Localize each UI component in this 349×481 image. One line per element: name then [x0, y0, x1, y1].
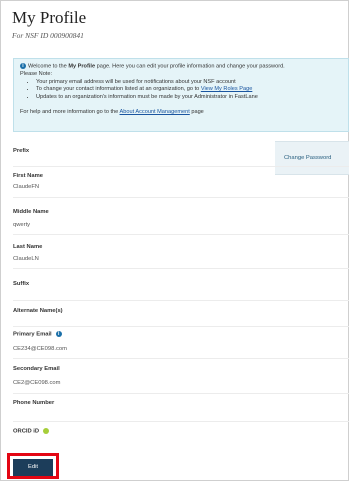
- info-bullets: Your primary email address will be used …: [20, 79, 342, 102]
- prefix-label: Prefix: [13, 148, 30, 154]
- info-help: For help and more information go to the …: [20, 109, 342, 117]
- divider: [13, 197, 349, 198]
- info-intro-prefix: Welcome to the: [28, 63, 69, 70]
- orcid-label-text: ORCID iD: [13, 428, 40, 435]
- info-bullet: Your primary email address will be used …: [36, 79, 342, 87]
- divider: [13, 393, 349, 394]
- primary-email-value: CE234@CE098.com: [13, 346, 67, 352]
- info-intro-bold: My Profile: [68, 63, 96, 70]
- about-account-management-link[interactable]: About Account Management: [120, 109, 190, 115]
- info-help-prefix: For help and more information go to the: [20, 109, 120, 116]
- divider: [13, 234, 349, 235]
- side-panel: Change Password: [275, 141, 349, 175]
- info-bullet: To change your contact information liste…: [36, 86, 342, 94]
- info-note: Please Note:: [20, 71, 53, 78]
- orcid-icon: [43, 428, 50, 434]
- last-name-value: ClaudeLN: [13, 256, 39, 262]
- info-bullet: Updates to an organization's information…: [36, 94, 342, 102]
- info-intro: i Welcome to the My Profile page. Here yo…: [20, 63, 342, 71]
- phone-number-label: Phone Number: [13, 400, 55, 406]
- secondary-email-label: Secondary Email: [13, 366, 60, 372]
- info-icon[interactable]: i: [55, 331, 62, 337]
- info-panel: i Welcome to the My Profile page. Here yo…: [13, 58, 349, 132]
- info-help-suffix: page: [189, 109, 204, 116]
- edit-button[interactable]: Edit: [13, 459, 53, 476]
- page-subtitle: For NSF ID 000900841: [12, 31, 84, 40]
- suffix-label: Suffix: [13, 281, 30, 287]
- info-icon: i: [20, 63, 26, 69]
- divider: [13, 166, 349, 167]
- divider: [13, 421, 349, 422]
- divider: [13, 300, 349, 301]
- last-name-label: Last Name: [13, 244, 43, 250]
- change-password-link[interactable]: Change Password: [284, 155, 331, 161]
- primary-email-label-text: Primary Email: [13, 331, 52, 338]
- page-title: My Profile: [12, 8, 87, 27]
- first-name-value: ClaudeFN: [13, 184, 40, 190]
- orcid-label: ORCID iD: [13, 428, 50, 435]
- alternate-name-label: Alternate Name(s): [13, 308, 63, 314]
- divider: [13, 326, 349, 327]
- first-name-label: First Name: [13, 173, 43, 179]
- info-intro-suffix: page. Here you can edit your profile inf…: [95, 63, 285, 70]
- info-bullet-text: To change your contact information liste…: [36, 86, 201, 93]
- divider: [13, 268, 349, 269]
- middle-name-label: Middle Name: [13, 209, 49, 215]
- secondary-email-value: CE2@CE098.com: [13, 380, 61, 386]
- divider: [13, 358, 349, 359]
- middle-name-value: qwerty: [13, 222, 31, 228]
- primary-email-label: Primary Email i: [13, 331, 62, 338]
- view-my-roles-link[interactable]: View My Roles Page: [201, 86, 253, 92]
